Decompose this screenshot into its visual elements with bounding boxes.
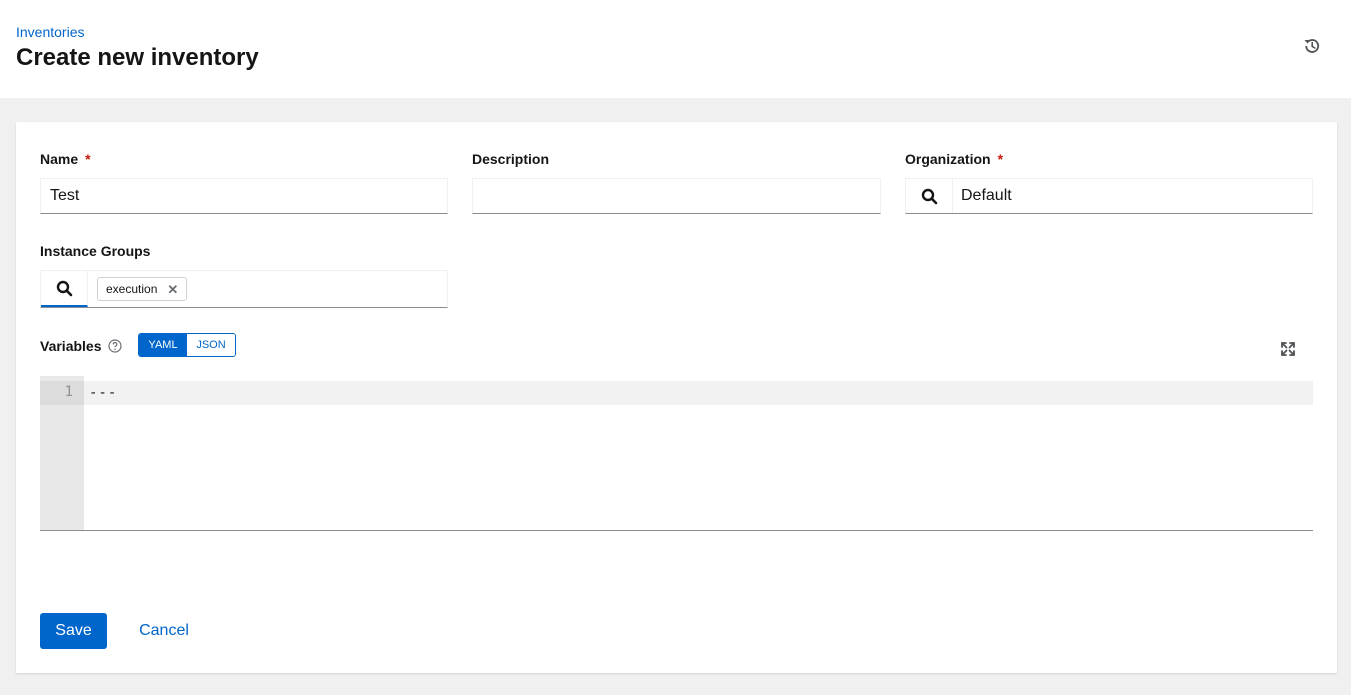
organization-label-text: Organization xyxy=(905,151,991,167)
line-number: 1 xyxy=(64,384,73,400)
search-icon xyxy=(56,280,72,296)
variables-code-editor[interactable]: 1 --- xyxy=(40,376,1313,531)
help-icon[interactable] xyxy=(107,339,122,353)
page-header: Inventories Create new inventory xyxy=(0,0,1351,98)
name-input[interactable] xyxy=(40,178,448,214)
organization-label: Organization * xyxy=(905,151,1003,167)
name-label: Name * xyxy=(40,151,91,167)
editor-active-line xyxy=(84,381,1313,405)
organization-value[interactable]: Default xyxy=(953,179,1312,213)
required-marker: * xyxy=(997,151,1004,167)
inventory-form-card: Name* Description Organization* Default … xyxy=(16,122,1337,673)
history-icon[interactable] xyxy=(1302,36,1322,56)
variables-label: Variables xyxy=(40,338,122,354)
description-input[interactable] xyxy=(472,178,881,214)
code-line[interactable]: --- xyxy=(89,381,117,405)
organization-lookup: Default xyxy=(905,178,1313,214)
instance-group-chip: execution ✕ xyxy=(97,277,188,301)
instance-groups-chip-group: execution ✕ xyxy=(88,271,447,307)
variables-label-text: Variables xyxy=(40,338,102,354)
expand-icon[interactable] xyxy=(1280,341,1296,357)
save-button[interactable]: Save xyxy=(40,613,107,649)
instance-groups-label: Instance Groups xyxy=(40,243,151,259)
instance-groups-search-button[interactable] xyxy=(41,271,88,307)
yaml-toggle-button[interactable]: YAML xyxy=(139,334,187,356)
description-label: Description xyxy=(472,151,550,167)
search-icon xyxy=(921,188,937,204)
chip-label: execution xyxy=(106,282,158,296)
required-marker: * xyxy=(85,151,91,167)
close-icon[interactable]: ✕ xyxy=(167,283,178,296)
cancel-button[interactable]: Cancel xyxy=(124,613,204,649)
breadcrumb-inventories[interactable]: Inventories xyxy=(16,24,84,40)
json-toggle-button[interactable]: JSON xyxy=(187,334,235,356)
instance-groups-lookup: execution ✕ xyxy=(40,270,448,308)
variables-mode-toggle: YAML JSON xyxy=(138,333,236,357)
name-label-text: Name xyxy=(40,151,79,167)
page-title: Create new inventory xyxy=(16,44,259,71)
organization-search-button[interactable] xyxy=(906,179,953,213)
